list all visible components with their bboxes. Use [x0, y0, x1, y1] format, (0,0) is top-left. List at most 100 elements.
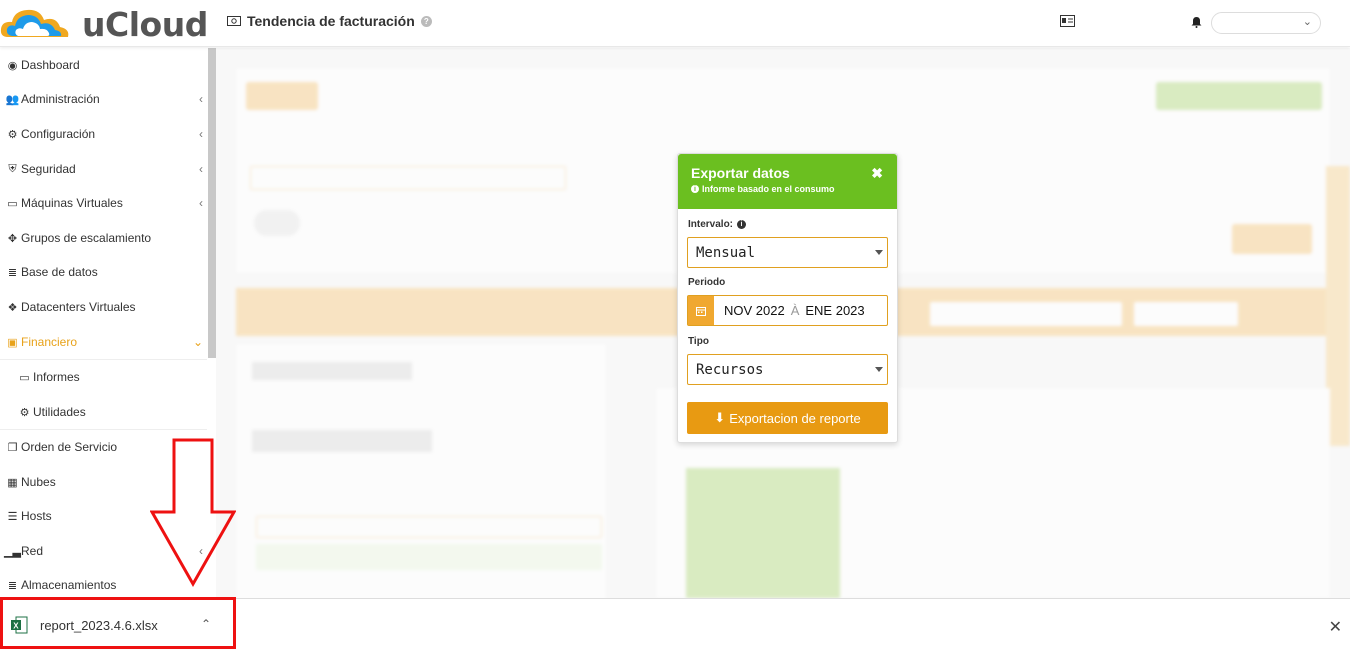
cloud-logo-icon: [0, 9, 69, 37]
sidebar-item-label: Financiero: [21, 335, 78, 349]
sidebar-item-informes[interactable]: ▭ Informes: [0, 360, 207, 394]
sidebar-item-label: Hosts: [21, 509, 52, 523]
period-label: Periodo: [688, 277, 726, 288]
page-title-text: Tendencia de facturación: [247, 13, 415, 29]
export-report-button[interactable]: ⬇ Exportacion de reporte: [687, 402, 888, 434]
period-separator: À: [790, 303, 800, 318]
sidebar-item-hosts[interactable]: ☰ Hosts: [0, 499, 207, 533]
sidebar-item-almacenamientos[interactable]: ≣ Almacenamientos: [0, 568, 207, 602]
interval-label-text: Intervalo:: [688, 219, 734, 230]
sidebar-item-base-datos[interactable]: ≣ Base de datos: [0, 255, 207, 289]
user-menu-select[interactable]: ⌄: [1211, 12, 1321, 34]
help-icon[interactable]: ?: [420, 15, 432, 27]
download-icon: ⬇: [714, 410, 726, 425]
cubes-icon: ❖: [7, 301, 18, 314]
sidebar-item-administracion[interactable]: 👥 Administración ‹: [0, 82, 207, 116]
users-icon: 👥: [5, 93, 20, 106]
export-modal: Exportar datos i Informe basado en el co…: [677, 153, 898, 443]
sidebar-item-label: Administración: [21, 92, 100, 106]
sidebar-item-configuracion[interactable]: ⚙ Configuración ‹: [0, 117, 207, 151]
sidebar-item-utilidades[interactable]: ⚙ Utilidades: [0, 395, 207, 429]
app-name: uCloud: [82, 4, 208, 44]
info-icon: i: [691, 185, 699, 193]
server-icon: ☰: [7, 510, 18, 523]
dashboard-icon: ◉: [7, 59, 18, 72]
sidebar-item-label: Datacenters Virtuales: [21, 300, 136, 314]
sidebar-item-grupos-escalamiento[interactable]: ✥ Grupos de escalamiento: [0, 221, 207, 255]
gear-icon: ⚙: [7, 128, 18, 141]
top-bar: uCloud Tendencia de facturación ? ⌄: [0, 0, 1350, 47]
arrows-icon: ✥: [7, 232, 18, 245]
sidebar-item-label: Almacenamientos: [21, 578, 117, 592]
chevron-up-icon[interactable]: ⌃: [201, 617, 211, 631]
caret-down-icon: [875, 367, 883, 372]
cogs-icon: ⚙: [19, 406, 30, 419]
sidebar-scrollbar[interactable]: [208, 48, 216, 358]
caret-down-icon: [875, 250, 883, 255]
info-icon[interactable]: i: [737, 220, 747, 229]
close-icon[interactable]: ✖: [871, 165, 883, 182]
sidebar-item-orden-servicio[interactable]: ❐ Orden de Servicio: [0, 430, 207, 464]
shield-icon: ⛨: [8, 162, 17, 175]
sidebar: ◉ Dashboard 👥 Administración ‹ ⚙ Configuraci…: [0, 48, 216, 598]
export-button-label: Exportacion de reporte: [729, 410, 861, 426]
sidebar-item-label: Dashboard: [21, 58, 80, 72]
page-title: Tendencia de facturación ?: [227, 13, 432, 29]
sidebar-item-nubes[interactable]: ▦ Nubes: [0, 465, 207, 499]
downloads-bar: X report_2023.4.6.xlsx ⌃ ✕: [0, 598, 1350, 649]
period-to: ENE 2023: [805, 303, 865, 318]
download-item[interactable]: X report_2023.4.6.xlsx ⌃: [3, 603, 229, 647]
excel-file-icon: X: [11, 616, 28, 634]
modal-header: Exportar datos i Informe basado en el co…: [678, 154, 897, 209]
sidebar-item-label: Grupos de escalamiento: [21, 231, 152, 245]
sidebar-item-label: Orden de Servicio: [21, 440, 118, 454]
sidebar-item-label: Base de datos: [21, 265, 98, 279]
interval-select[interactable]: Mensual: [687, 237, 888, 268]
type-label: Tipo: [688, 336, 709, 347]
signal-icon: ▁▃: [4, 545, 21, 558]
sidebar-item-label: Informes: [33, 370, 80, 384]
chevron-left-icon: ‹: [199, 196, 203, 210]
calendar-icon[interactable]: [688, 296, 714, 325]
money-icon: [227, 16, 241, 26]
sidebar-item-red[interactable]: ▁▃ Red ‹: [0, 534, 207, 568]
sidebar-item-dashboard[interactable]: ◉ Dashboard: [0, 48, 207, 82]
chevron-left-icon: ‹: [199, 544, 203, 558]
chevron-left-icon: ‹: [199, 92, 203, 106]
monitor-icon: ▭: [19, 371, 30, 384]
sidebar-item-datacenters[interactable]: ❖ Datacenters Virtuales: [0, 290, 207, 324]
sidebar-item-label: Utilidades: [33, 405, 86, 419]
chevron-left-icon: ‹: [199, 127, 203, 141]
period-range-text: NOV 2022 À ENE 2023: [714, 296, 887, 325]
svg-text:X: X: [13, 621, 19, 630]
period-from: NOV 2022: [724, 303, 785, 318]
bell-icon[interactable]: [1191, 16, 1202, 28]
sidebar-item-financiero[interactable]: ▣ Financiero ⌄: [0, 325, 207, 359]
sidebar-item-label: Configuración: [21, 127, 96, 141]
type-select[interactable]: Recursos: [687, 354, 888, 385]
period-range-input[interactable]: NOV 2022 À ENE 2023: [687, 295, 888, 326]
id-card-icon[interactable]: [1060, 15, 1075, 27]
sidebar-item-maquinas-virtuales[interactable]: ▭ Máquinas Virtuales ‹: [0, 186, 207, 220]
chevron-left-icon: ‹: [199, 162, 203, 176]
modal-title: Exportar datos: [691, 165, 790, 181]
sidebar-item-label: Máquinas Virtuales: [21, 196, 123, 210]
chevron-down-icon: ⌄: [1302, 16, 1312, 28]
type-value: Recursos: [696, 362, 764, 378]
database-icon: ≣: [7, 579, 18, 592]
ucloud-logo[interactable]: uCloud: [0, 2, 208, 46]
modal-subtitle-text: Informe basado en el consumo: [702, 184, 835, 194]
sidebar-item-label: Seguridad: [21, 162, 76, 176]
interval-label: Intervalo: i: [688, 219, 747, 230]
chevron-down-icon: ⌄: [192, 335, 203, 349]
modal-subtitle: i Informe basado en el consumo: [691, 184, 884, 194]
monitor-icon: ▭: [7, 197, 18, 210]
window-icon: ❐: [7, 441, 18, 454]
grid-icon: ▦: [7, 476, 18, 489]
sidebar-item-label: Nubes: [21, 475, 56, 489]
money-icon: ▣: [7, 336, 18, 349]
close-icon[interactable]: ✕: [1329, 617, 1342, 637]
sidebar-item-seguridad[interactable]: ⛨ Seguridad ‹: [0, 152, 207, 186]
download-file-name: report_2023.4.6.xlsx: [40, 617, 158, 633]
sidebar-item-label: Red: [21, 544, 44, 558]
